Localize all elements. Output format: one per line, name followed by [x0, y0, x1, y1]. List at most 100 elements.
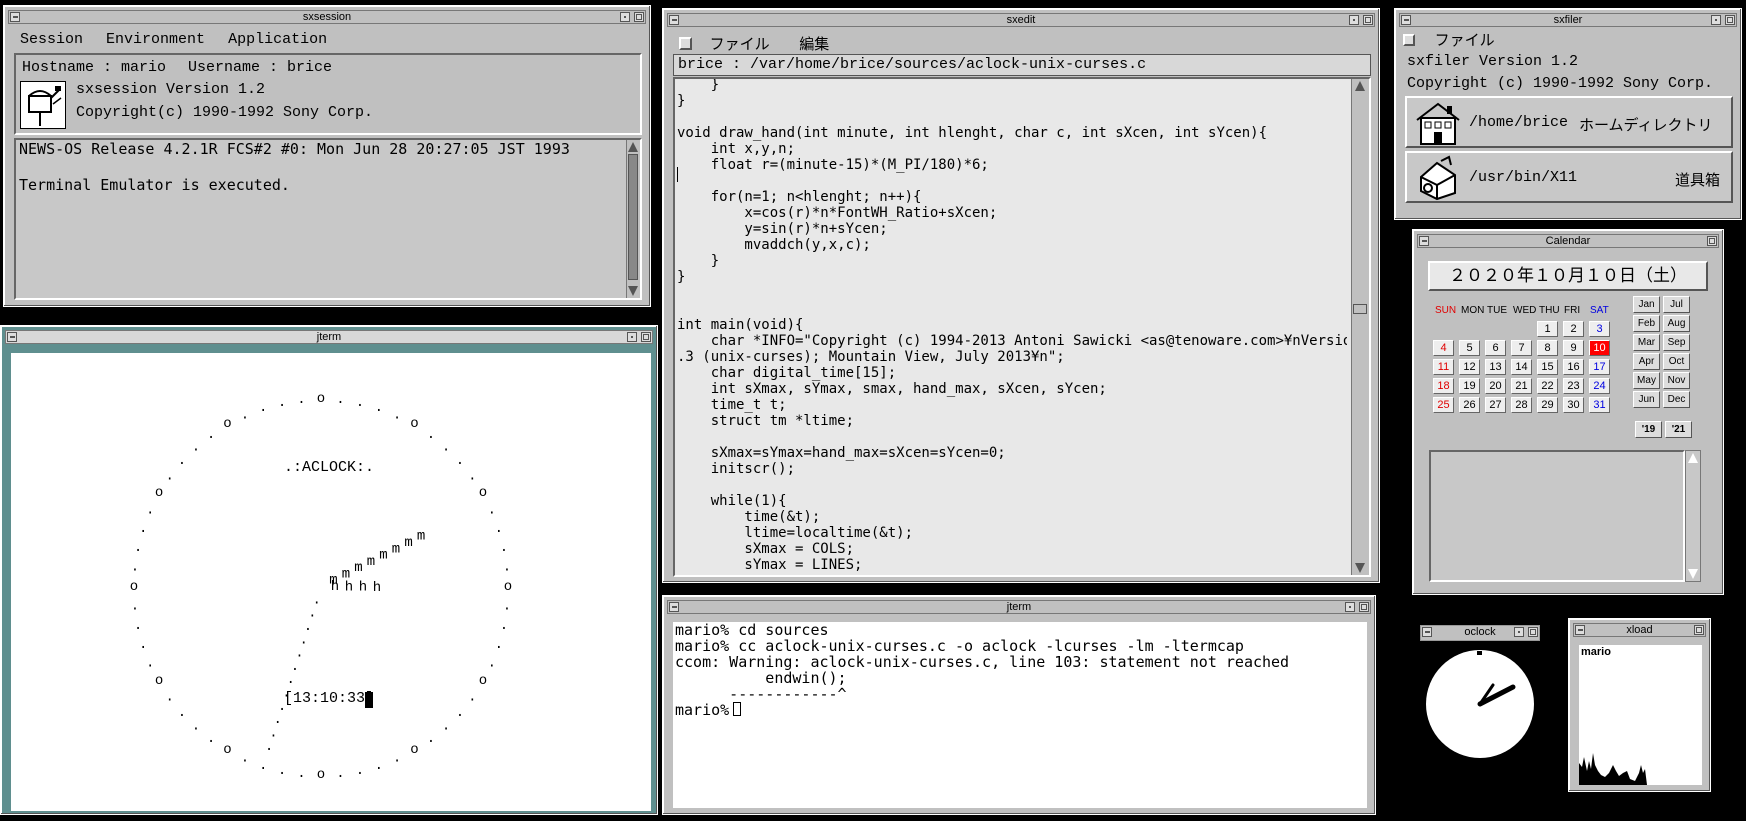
notes-scrollbar[interactable] [1685, 450, 1701, 582]
code-editor[interactable]: } } void draw_hand(int minute, int hleng… [673, 77, 1371, 577]
window-menu-button[interactable] [669, 15, 679, 25]
jterm-titlebar[interactable]: jterm [667, 600, 1371, 614]
scroll-down-arrow-icon[interactable] [1688, 569, 1698, 579]
calendar-day[interactable]: 11 [1433, 359, 1454, 375]
home-directory-button[interactable]: /home/brice ホームディレクトリ [1405, 96, 1733, 148]
calendar-day[interactable]: 25 [1433, 397, 1454, 413]
calendar-day[interactable]: 15 [1537, 359, 1558, 375]
jterm-shell-screen[interactable]: mario% cd sources mario% cc aclock-unix-… [673, 622, 1367, 808]
minimize-button[interactable] [620, 12, 630, 22]
scroll-thumb[interactable] [628, 154, 638, 280]
calendar-day[interactable]: 12 [1459, 359, 1480, 375]
calendar-day[interactable]: 18 [1433, 378, 1454, 394]
calendar-date-display[interactable]: ２０２０年１０月１０日（土） [1428, 261, 1708, 291]
month-button[interactable]: Jan [1633, 296, 1660, 313]
window-menu-button[interactable] [1419, 236, 1429, 246]
menu-file[interactable]: ファイル [1435, 31, 1495, 49]
minimize-button[interactable] [1349, 15, 1359, 25]
calendar-day[interactable]: 4 [1433, 340, 1454, 356]
menu-edit[interactable]: 編集 [799, 35, 829, 53]
window-menu-button[interactable] [1422, 627, 1432, 637]
calendar-day[interactable]: 16 [1563, 359, 1584, 375]
toolbox-button[interactable]: /usr/bin/X11 道具箱 [1405, 151, 1733, 203]
calendar-day[interactable]: 22 [1537, 378, 1558, 394]
window-menu-button[interactable] [669, 602, 679, 612]
menu-file[interactable]: ファイル [710, 35, 770, 53]
minimize-button[interactable] [1711, 15, 1721, 25]
oclock-titlebar[interactable]: oclock [1420, 625, 1540, 641]
menu-checkbox[interactable] [679, 37, 692, 50]
calendar-day[interactable]: 14 [1511, 359, 1532, 375]
calendar-day[interactable]: 26 [1459, 397, 1480, 413]
scroll-thumb[interactable] [1353, 304, 1367, 314]
calendar-day[interactable]: 19 [1459, 378, 1480, 394]
jterm-titlebar[interactable]: jterm [5, 330, 653, 344]
calendar-day[interactable]: 17 [1589, 359, 1610, 375]
month-button[interactable]: Apr [1633, 353, 1660, 370]
maximize-button[interactable] [1528, 627, 1538, 637]
calendar-day[interactable]: 31 [1589, 397, 1610, 413]
month-button[interactable]: Dec [1663, 391, 1690, 408]
minimize-button[interactable] [1345, 602, 1355, 612]
calendar-day[interactable]: 30 [1563, 397, 1584, 413]
month-button[interactable]: Nov [1663, 372, 1690, 389]
month-button[interactable]: Sep [1663, 334, 1690, 351]
calendar-day[interactable]: 9 [1563, 340, 1584, 356]
calendar-day[interactable]: 21 [1511, 378, 1532, 394]
maximize-button[interactable] [1694, 625, 1704, 635]
sxfiler-titlebar[interactable]: sxfiler [1399, 13, 1737, 27]
calendar-titlebar[interactable]: Calendar [1417, 234, 1719, 248]
calendar-day[interactable]: 2 [1563, 321, 1584, 337]
calendar-day[interactable]: 1 [1537, 321, 1558, 337]
calendar-day[interactable]: 13 [1485, 359, 1506, 375]
calendar-day[interactable]: 5 [1459, 340, 1480, 356]
calendar-day[interactable]: 3 [1589, 321, 1610, 337]
menu-checkbox[interactable] [1403, 34, 1415, 46]
window-menu-button[interactable] [10, 12, 20, 22]
prev-year-button[interactable]: '19 [1635, 421, 1662, 438]
calendar-day[interactable]: 28 [1511, 397, 1532, 413]
calendar-day[interactable]: 23 [1563, 378, 1584, 394]
calendar-notes[interactable] [1429, 450, 1685, 582]
minimize-button[interactable] [1514, 627, 1524, 637]
calendar-day[interactable]: 27 [1485, 397, 1506, 413]
month-button[interactable]: Aug [1663, 315, 1690, 332]
close-button[interactable] [1707, 236, 1717, 246]
window-menu-button[interactable] [1401, 15, 1411, 25]
editor-scrollbar[interactable] [1351, 79, 1369, 575]
menu-environment[interactable]: Environment [106, 31, 205, 48]
scroll-up-arrow-icon[interactable] [1688, 453, 1698, 463]
menu-application[interactable]: Application [228, 31, 327, 48]
calendar-day[interactable]: 10 [1589, 340, 1610, 356]
maximize-button[interactable] [1725, 15, 1735, 25]
maximize-button[interactable] [634, 12, 644, 22]
month-button[interactable]: Feb [1633, 315, 1660, 332]
minimize-button[interactable] [627, 332, 637, 342]
sxedit-titlebar[interactable]: sxedit [667, 13, 1375, 27]
window-menu-button[interactable] [7, 332, 17, 342]
xload-titlebar[interactable]: xload [1573, 623, 1706, 637]
month-button[interactable]: May [1633, 372, 1660, 389]
calendar-day[interactable]: 20 [1485, 378, 1506, 394]
month-button[interactable]: Jun [1633, 391, 1660, 408]
month-button[interactable]: Oct [1663, 353, 1690, 370]
calendar-day[interactable]: 29 [1537, 397, 1558, 413]
scroll-down-arrow-icon[interactable] [628, 286, 638, 296]
scroll-up-arrow-icon[interactable] [1355, 81, 1365, 91]
scroll-up-arrow-icon[interactable] [628, 142, 638, 152]
maximize-button[interactable] [1363, 15, 1373, 25]
maximize-button[interactable] [1359, 602, 1369, 612]
jterm-clock-screen[interactable]: o....o....o....o....o....o....o....o....… [11, 353, 651, 811]
calendar-day[interactable]: 7 [1511, 340, 1532, 356]
month-button[interactable]: Jul [1663, 296, 1690, 313]
next-year-button[interactable]: '21 [1665, 421, 1692, 438]
calendar-day[interactable]: 24 [1589, 378, 1610, 394]
window-menu-button[interactable] [1575, 625, 1585, 635]
sxsession-titlebar[interactable]: sxsession [8, 10, 646, 24]
maximize-button[interactable] [641, 332, 651, 342]
console-scrollbar[interactable] [626, 140, 640, 298]
calendar-day[interactable]: 6 [1485, 340, 1506, 356]
menu-session[interactable]: Session [20, 31, 83, 48]
source-code[interactable]: } } void draw_hand(int minute, int hleng… [677, 79, 1347, 573]
month-button[interactable]: Mar [1633, 334, 1660, 351]
